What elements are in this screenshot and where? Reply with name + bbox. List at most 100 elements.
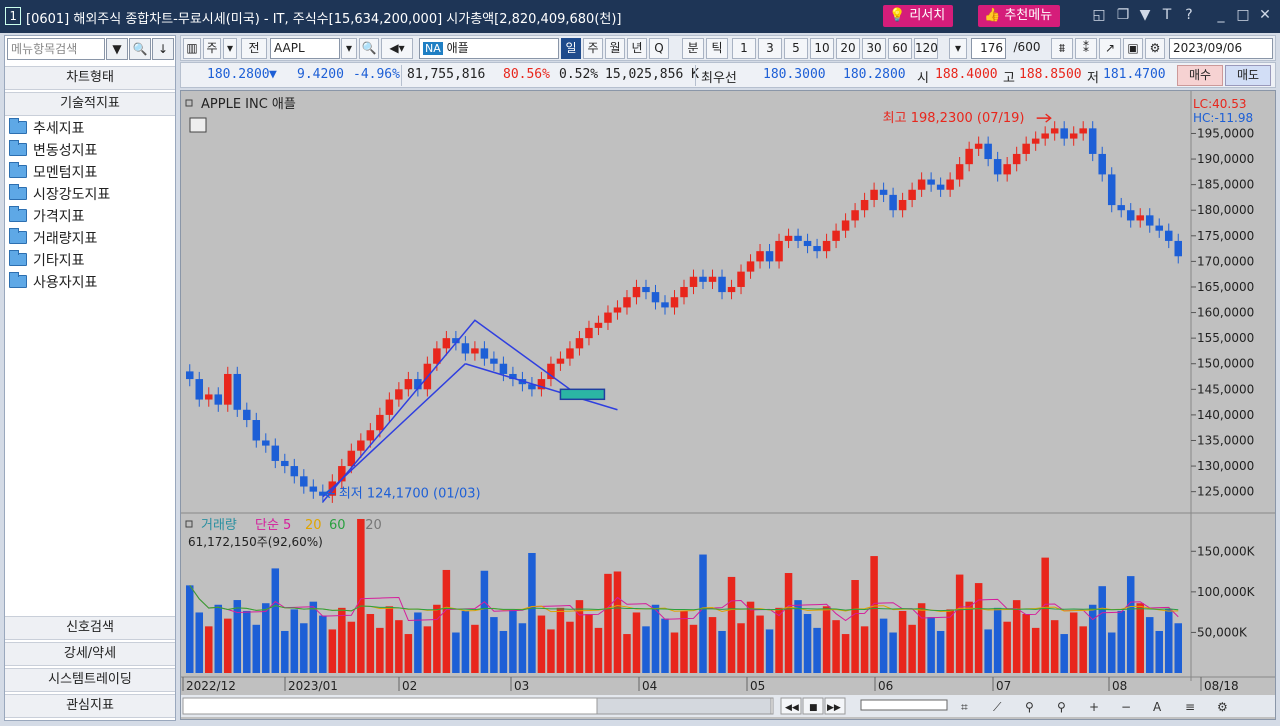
interval-5[interactable]: 30 [862,38,886,59]
sound-icon[interactable]: ◀▾ [381,38,413,59]
interval-6[interactable]: 60 [888,38,912,59]
screen-icon[interactable]: ◱ [1090,6,1108,24]
tick-button[interactable]: 틱 [706,38,728,59]
candle-body [262,440,270,446]
period-1[interactable]: 주 [583,38,603,59]
menu-search-input[interactable]: 메뉴항목검색 [7,38,105,60]
volume-bar [689,624,698,673]
volume-bar [328,629,337,673]
low-price: 181.4700 [1103,67,1166,82]
volume-bar [1012,600,1021,673]
volume-bar [765,629,774,673]
gear-icon[interactable]: ⚙ [1145,38,1165,59]
volume-bar [1098,586,1106,673]
period-3[interactable]: 년 [627,38,647,59]
sidebar-item-6[interactable]: 기타지표 [9,250,85,272]
y-tick-label: 145,0000 [1197,382,1254,396]
minimize-icon[interactable]: _ [1212,6,1230,24]
tool-icon: ⚲ [1025,700,1034,714]
y-tick-label: 170,0000 [1197,254,1254,268]
open-label: 시 [917,71,929,86]
search-icon[interactable]: 🔍 [359,38,379,59]
candle-body [480,348,489,359]
volume-bar [442,569,451,673]
stock-name-field[interactable]: NA 애플 [419,38,559,59]
interval-4[interactable]: 20 [836,38,860,59]
signal-search-header[interactable]: 신호검색 [5,616,175,640]
symbol-input[interactable]: AAPL [270,38,340,59]
candle-body [252,420,261,441]
sidebar-item-2[interactable]: 모멘텀지표 [9,162,97,184]
research-button[interactable]: 💡 리서치 [883,5,954,27]
interval-1[interactable]: 3 [758,38,782,59]
sidebar-item-1[interactable]: 변동성지표 [9,140,97,162]
sidebar-item-7[interactable]: 사용자지표 [9,272,97,294]
dropdown-icon[interactable]: ▼ [106,38,128,60]
sidebar-item-3[interactable]: 시장강도지표 [9,184,110,206]
volume-bar [376,627,384,673]
volume-bar [670,632,679,673]
maximize-icon[interactable]: □ [1234,6,1252,24]
y-tick-label: 180,0000 [1197,203,1254,217]
period-2[interactable]: 월 [605,38,625,59]
help-icon[interactable]: ? [1180,6,1198,24]
download-icon[interactable]: ↓ [152,38,174,60]
interval-0[interactable]: 1 [732,38,756,59]
candle-body [1155,225,1163,231]
system-trading-header[interactable]: 시스템트레이딩 [5,668,175,692]
tool-icon: ⚙ [1217,700,1228,714]
trend-icon[interactable]: ↗ [1099,38,1121,59]
recommend-menu-button[interactable]: 👍 추천메뉴 [978,5,1061,27]
ju-button[interactable]: 주 [203,38,221,59]
volume-marker-icon [185,520,193,528]
volume-bar [1022,614,1030,673]
tech-indicators-header[interactable]: 기술적지표 [5,92,175,116]
x-tick-label: 07 [996,679,1011,693]
interval-3[interactable]: 10 [810,38,834,59]
pin-icon[interactable]: ▼ [1136,6,1154,24]
watch-indicators-header[interactable]: 관심지표 [5,694,175,718]
candle-body [281,460,289,467]
sidebar-item-label: 가격지표 [33,209,85,225]
overlay-icon[interactable]: ⁑ [1075,38,1097,59]
candle-body [841,220,850,231]
font-icon[interactable]: T [1158,6,1176,24]
sidebar-item-4[interactable]: 가격지표 [9,206,85,228]
volume-bar [974,583,983,673]
compare-icon[interactable]: ⩩ [1051,38,1073,59]
dropdown-icon[interactable]: ▾ [223,38,237,59]
window-icon[interactable]: ❐ [1114,6,1132,24]
period-0[interactable]: 일 [561,38,581,59]
candle-body [1079,128,1087,134]
volume-bar [347,621,356,673]
count-input[interactable]: 176 [971,38,1006,59]
interval-2[interactable]: 5 [784,38,808,59]
interval-7[interactable]: 120 [914,38,938,59]
sidebar-item-0[interactable]: 추세지표 [9,118,85,140]
volume-bar [879,618,888,673]
jeon-button[interactable]: 전 [241,38,267,59]
volume-bar [281,630,289,673]
minute-button[interactable]: 분 [682,38,704,59]
volume-bar [699,554,707,673]
symbol-dropdown-icon[interactable]: ▾ [341,38,357,59]
sidebar-item-5[interactable]: 거래량지표 [9,228,97,250]
buy-button[interactable]: 매수 [1177,65,1223,86]
search-icon[interactable]: 🔍 [129,38,151,60]
tool-icon: ⟋ [993,700,1002,714]
volume-bar [423,626,432,673]
date-input[interactable]: 2023/09/06 [1169,38,1273,59]
high-label: 고 [1003,71,1015,86]
volume-bar [1107,632,1116,673]
candle-body [718,276,726,293]
chart-area[interactable]: 195,0000 190,0000 185,0000 180,0000 175,0000… [180,90,1276,720]
price-chart-svg[interactable]: 195,0000 190,0000 185,0000 180,0000 175,0000… [181,91,1275,719]
period-4[interactable]: Q [649,38,669,59]
chart-type-header[interactable]: 차트형태 [5,66,175,90]
save-icon[interactable]: ▣ [1123,38,1143,59]
interval-dropdown-icon[interactable]: ▾ [949,38,967,59]
sell-button[interactable]: 매도 [1225,65,1271,86]
chart-settings-icon[interactable]: ▥ [183,38,201,59]
close-icon[interactable]: ✕ [1256,6,1274,24]
strong-weak-header[interactable]: 강세/약세 [5,642,175,666]
